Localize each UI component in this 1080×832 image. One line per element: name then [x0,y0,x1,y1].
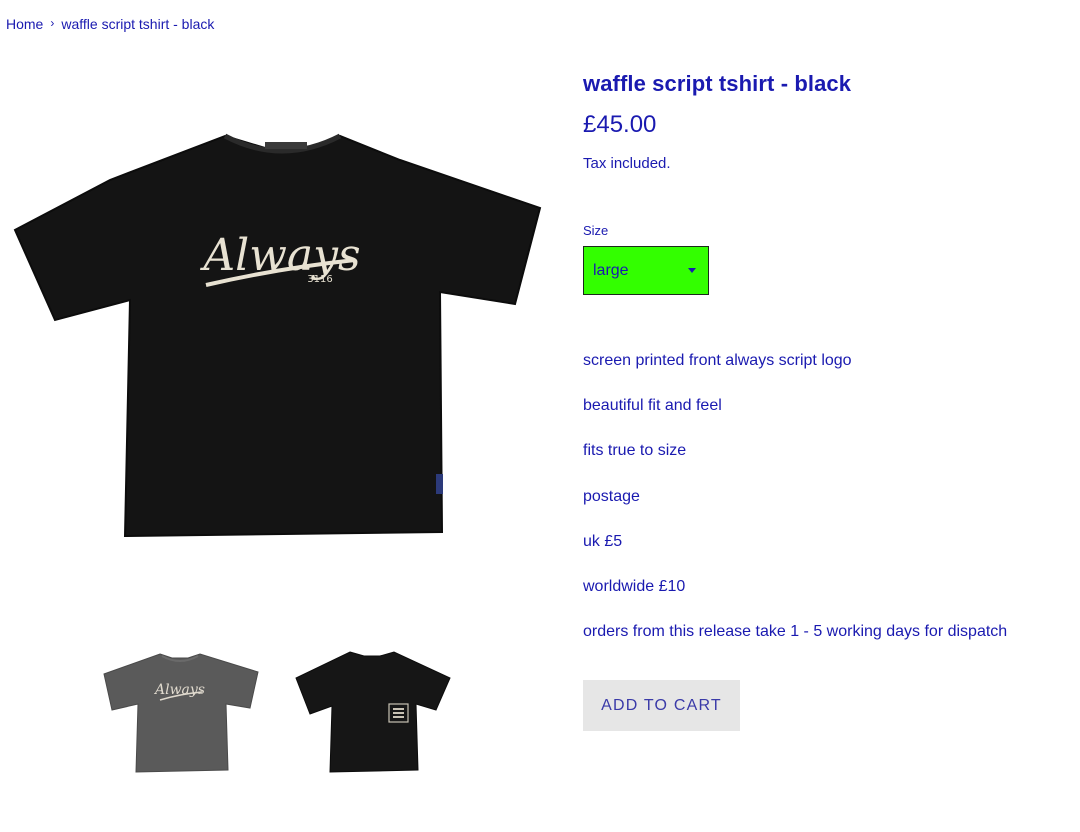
tshirt-grey-image: Always [103,653,259,773]
product-main-image[interactable]: Always 3116 [10,120,542,540]
tshirt-black-back-image [295,651,451,773]
tax-note: Tax included. [583,155,671,172]
breadcrumb: Home › waffle script tshirt - black [6,16,214,32]
breadcrumb-home-link[interactable]: Home [6,16,43,32]
tshirt-black-front-image: Always 3116 [13,133,542,538]
description-line: fits true to size [583,442,687,460]
description-line: worldwide £10 [583,577,686,595]
logo-sub-text: 3116 [307,274,332,285]
description-line: orders from this release take 1 - 5 work… [583,623,1008,641]
add-to-cart-button[interactable]: ADD TO CART [583,680,740,731]
product-title: waffle script tshirt - black [583,71,852,96]
breadcrumb-separator-icon: › [50,16,55,30]
description-line: postage [583,487,640,505]
thumbnail-grey-front[interactable]: Always [100,648,260,774]
product-page: Home › waffle script tshirt - black Alwa… [0,0,1080,832]
size-select[interactable]: large [583,246,709,295]
size-label: Size [583,223,609,238]
product-price: £45.00 [583,111,657,138]
description-line: beautiful fit and feel [583,397,722,415]
chevron-down-icon [688,268,696,273]
thumbnail-black-back[interactable] [292,648,452,774]
product-description: screen printed front always script logo … [583,350,1007,666]
breadcrumb-current: waffle script tshirt - black [61,16,215,32]
description-line: uk £5 [583,532,623,550]
description-line: screen printed front always script logo [583,352,852,369]
size-selected-value: large [593,261,629,279]
logo-script-text: Always [199,230,360,281]
